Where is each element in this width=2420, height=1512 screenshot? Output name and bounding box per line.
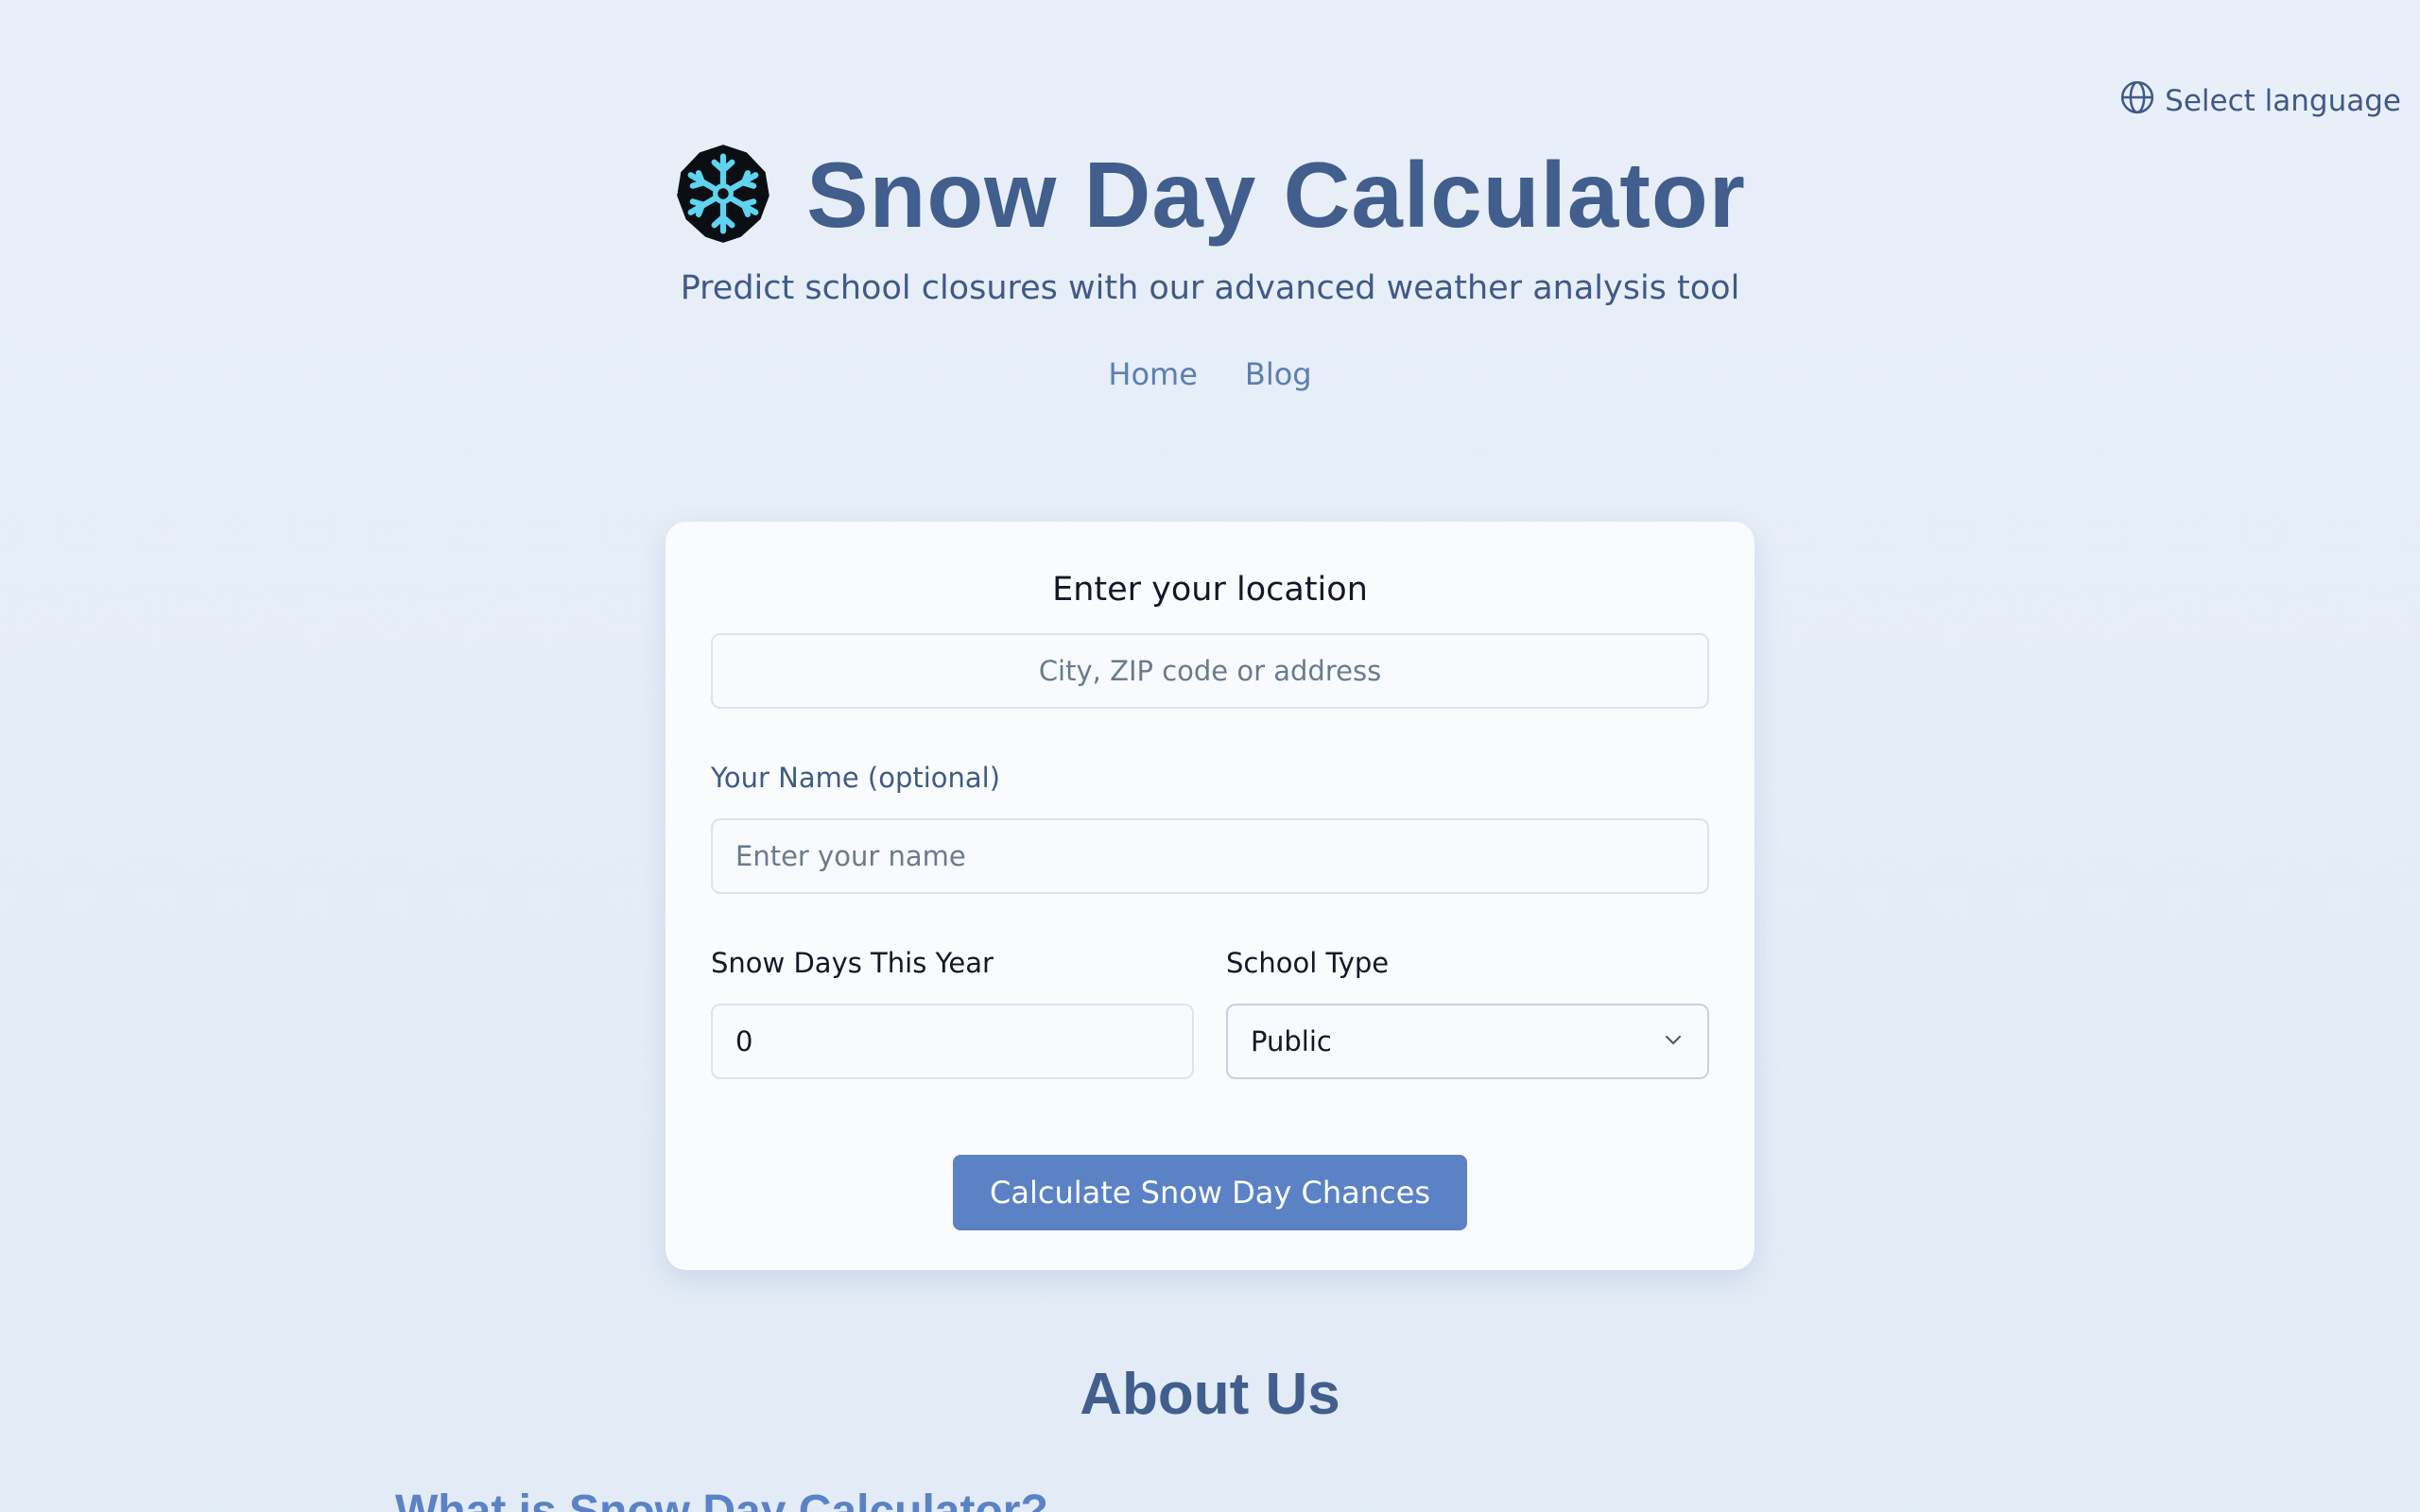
page-header: Snow Day Calculator Predict school closu…	[0, 142, 2420, 392]
nav-home-link[interactable]: Home	[1108, 356, 1198, 392]
name-placeholder: Enter your name	[735, 840, 966, 872]
calculator-card: Enter your location City, ZIP code or ad…	[666, 522, 1754, 1270]
school-type-select[interactable]: Public	[1226, 1004, 1709, 1079]
snowflake-icon	[674, 143, 772, 249]
name-input[interactable]: Enter your name	[711, 818, 1709, 894]
about-subheading: What is Snow Day Calculator?	[395, 1486, 1048, 1512]
nav-blog-link[interactable]: Blog	[1245, 356, 1312, 392]
location-placeholder: City, ZIP code or address	[1038, 655, 1382, 687]
page-title: Snow Day Calculator	[806, 143, 1746, 247]
location-input[interactable]: City, ZIP code or address	[711, 633, 1709, 709]
school-type-group: School Type Public	[1226, 894, 1709, 1079]
snow-days-label: Snow Days This Year	[711, 947, 994, 979]
submit-wrap: Calculate Snow Day Chances	[711, 1155, 1709, 1230]
language-selector[interactable]: Select language	[2119, 79, 2401, 123]
snow-days-group: Snow Days This Year 0	[711, 894, 1194, 1079]
main-nav: Home Blog	[0, 356, 2420, 392]
snow-days-input[interactable]: 0	[711, 1004, 1194, 1079]
location-heading: Enter your location	[1052, 571, 1368, 609]
chevron-down-icon	[1662, 1025, 1685, 1057]
snow-days-value: 0	[735, 1025, 753, 1057]
about-heading: About Us	[1080, 1362, 1340, 1427]
name-label: Your Name (optional)	[711, 762, 1001, 794]
page-subtitle: Predict school closures with our advance…	[680, 269, 1740, 307]
title-row: Snow Day Calculator	[0, 142, 2420, 249]
school-type-label: School Type	[1226, 947, 1390, 979]
globe-icon	[2119, 79, 2155, 123]
school-type-value: Public	[1251, 1025, 1332, 1057]
language-label: Select language	[2165, 84, 2401, 118]
calculate-button[interactable]: Calculate Snow Day Chances	[953, 1155, 1467, 1230]
options-row: Snow Days This Year 0 School Type Public	[711, 894, 1709, 1079]
